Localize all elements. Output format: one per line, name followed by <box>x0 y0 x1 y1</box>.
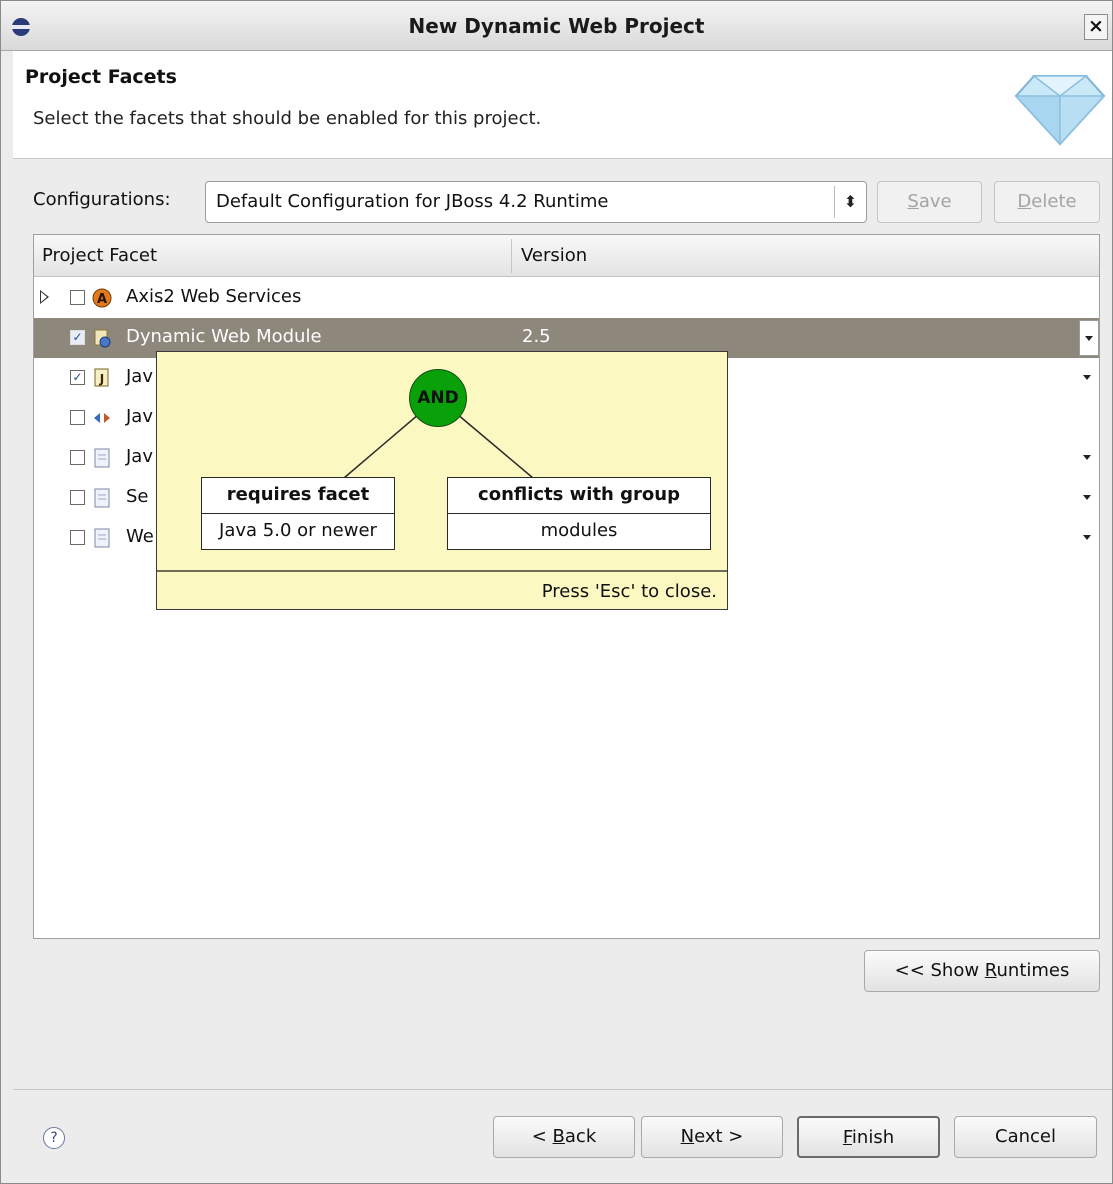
wizard-banner: Project Facets Select the facets that sh… <box>13 51 1112 159</box>
facet-label: Se <box>126 486 149 507</box>
chevron-down-icon[interactable] <box>1083 375 1091 380</box>
facet-checkbox[interactable] <box>70 290 85 305</box>
expand-arrow-icon[interactable] <box>40 290 49 304</box>
close-button[interactable]: × <box>1084 14 1108 40</box>
finish-button[interactable]: Finish <box>797 1116 940 1158</box>
delete-button[interactable]: Delete <box>994 181 1100 223</box>
conflicts-group-box: conflicts with group modules <box>447 477 711 550</box>
chevron-down-icon[interactable] <box>1083 495 1091 500</box>
popup-close-hint: Press 'Esc' to close. <box>541 581 717 602</box>
column-divider <box>511 239 512 273</box>
facet-constraints-popup: AND requires facet Java 5.0 or newer con… <box>156 351 728 610</box>
requires-facet-box: requires facet Java 5.0 or newer <box>201 477 395 550</box>
facet-label: Jav <box>126 406 153 427</box>
chevron-down-icon[interactable] <box>1083 455 1091 460</box>
javascript-icon <box>94 413 110 423</box>
column-version[interactable]: Version <box>521 245 587 266</box>
page-description: Select the facets that should be enabled… <box>33 108 542 129</box>
facet-version: 2.5 <box>522 326 551 347</box>
facet-checkbox[interactable] <box>70 530 85 545</box>
document-icon <box>94 448 110 468</box>
table-row[interactable]: A Axis2 Web Services <box>34 278 1099 318</box>
facet-label: Dynamic Web Module <box>126 326 322 347</box>
facet-checkbox[interactable]: ✓ <box>70 370 85 385</box>
facet-checkbox[interactable] <box>70 410 85 425</box>
configurations-select[interactable]: Default Configuration for JBoss 4.2 Runt… <box>205 181 867 223</box>
chevron-down-icon[interactable] <box>1083 535 1091 540</box>
popup-divider <box>157 570 727 572</box>
and-operator-node: AND <box>409 369 467 427</box>
table-header: Project Facet Version <box>34 235 1099 277</box>
facet-label: Axis2 Web Services <box>126 286 302 307</box>
dialog-window: New Dynamic Web Project × Project Facets… <box>0 0 1113 1184</box>
svg-text:J: J <box>99 372 104 386</box>
footer-divider <box>13 1089 1112 1090</box>
facet-checkbox[interactable]: ✓ <box>70 330 85 345</box>
window-title: New Dynamic Web Project <box>408 14 705 38</box>
facet-checkbox[interactable] <box>70 490 85 505</box>
requires-facet-title: requires facet <box>202 478 394 514</box>
show-runtimes-button[interactable]: << Show Runtimes <box>864 950 1100 992</box>
configurations-label: Configurations: <box>33 189 171 210</box>
configurations-value: Default Configuration for JBoss 4.2 Runt… <box>216 191 609 212</box>
conflicts-group-title: conflicts with group <box>448 478 710 514</box>
help-icon[interactable]: ? <box>43 1127 65 1149</box>
facet-label: Jav <box>126 366 153 387</box>
conflicts-group-value: modules <box>540 520 618 541</box>
back-button[interactable]: < Back <box>493 1116 635 1158</box>
page-title: Project Facets <box>25 66 177 88</box>
axis2-icon: A <box>92 288 112 308</box>
document-icon <box>94 488 110 508</box>
svg-text:A: A <box>97 292 107 307</box>
requires-facet-value: Java 5.0 or newer <box>219 520 377 541</box>
facet-label: Jav <box>126 446 153 467</box>
select-arrows-icon: ⬍ <box>834 186 866 218</box>
document-icon <box>94 528 110 548</box>
facet-checkbox[interactable] <box>70 450 85 465</box>
next-button[interactable]: Next > <box>641 1116 783 1158</box>
title-bar: New Dynamic Web Project × <box>1 1 1112 51</box>
version-dropdown[interactable] <box>1079 320 1099 356</box>
column-project-facet[interactable]: Project Facet <box>42 245 157 266</box>
cancel-button[interactable]: Cancel <box>954 1116 1097 1158</box>
java-icon: J <box>94 368 109 387</box>
web-module-icon <box>94 329 111 348</box>
chevron-down-icon <box>1085 336 1093 341</box>
facet-label: We <box>126 526 154 547</box>
save-button[interactable]: Save <box>877 181 982 223</box>
diamond-icon <box>1014 75 1106 146</box>
